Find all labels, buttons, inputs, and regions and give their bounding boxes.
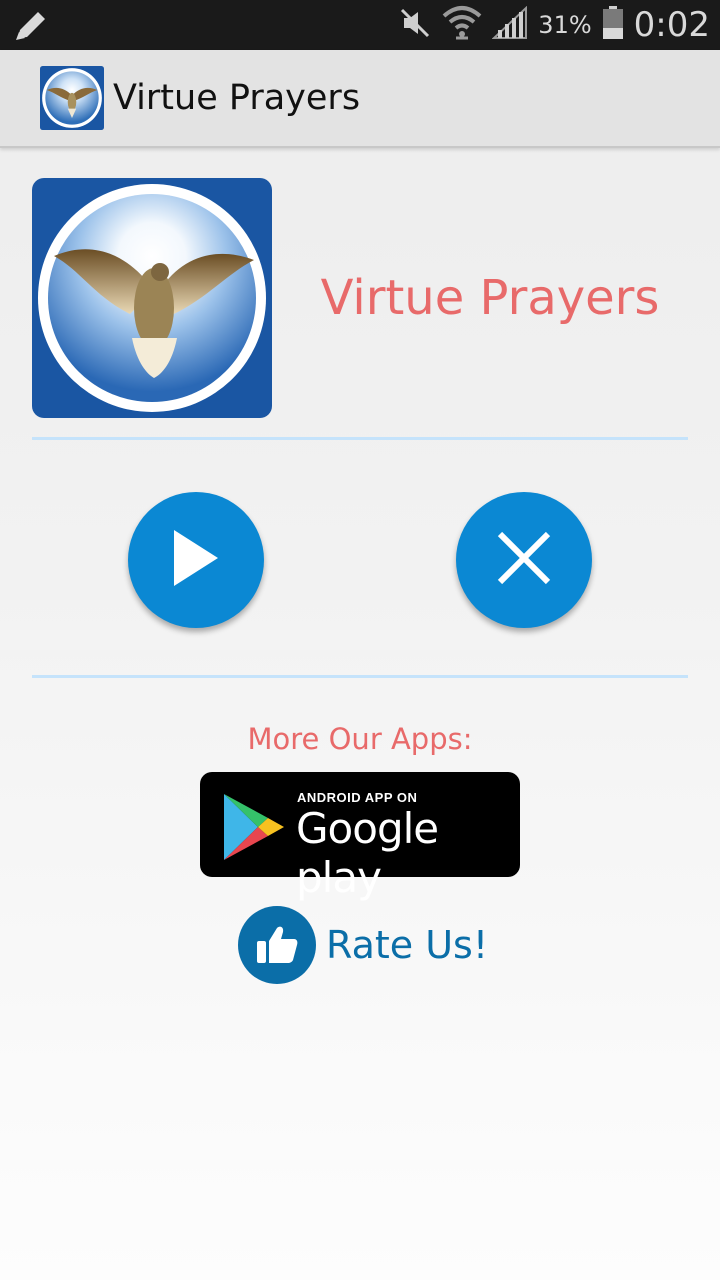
play-icon bbox=[168, 526, 224, 595]
wifi-icon bbox=[442, 4, 482, 47]
action-bar-title: Virtue Prayers bbox=[113, 78, 361, 118]
dove-app-icon[interactable] bbox=[40, 66, 104, 130]
google-play-badge-small-text: ANDROID APP ON bbox=[297, 790, 418, 805]
battery-icon bbox=[602, 5, 624, 45]
edit-icon bbox=[14, 8, 50, 47]
rate-us-button[interactable]: Rate Us! bbox=[238, 906, 488, 984]
divider bbox=[32, 437, 688, 440]
thumbs-up-icon bbox=[238, 906, 316, 984]
app-name-heading: Virtue Prayers bbox=[320, 270, 660, 326]
divider bbox=[32, 675, 688, 678]
action-bar: Virtue Prayers bbox=[0, 50, 720, 148]
dove-app-icon bbox=[32, 178, 272, 418]
battery-percent: 31% bbox=[538, 11, 592, 39]
rate-us-label: Rate Us! bbox=[326, 923, 489, 967]
google-play-icon bbox=[222, 792, 286, 867]
play-button[interactable] bbox=[128, 492, 264, 628]
signal-icon bbox=[491, 5, 528, 45]
status-bar: 31% 0:02 bbox=[0, 0, 720, 50]
mute-icon bbox=[398, 6, 432, 45]
google-play-badge[interactable]: ANDROID APP ON Google play bbox=[200, 772, 520, 902]
close-icon bbox=[494, 528, 554, 593]
clock: 0:02 bbox=[633, 5, 710, 45]
close-button[interactable] bbox=[456, 492, 592, 628]
google-play-badge-text: Google play bbox=[296, 804, 439, 902]
more-apps-label: More Our Apps: bbox=[247, 722, 473, 756]
